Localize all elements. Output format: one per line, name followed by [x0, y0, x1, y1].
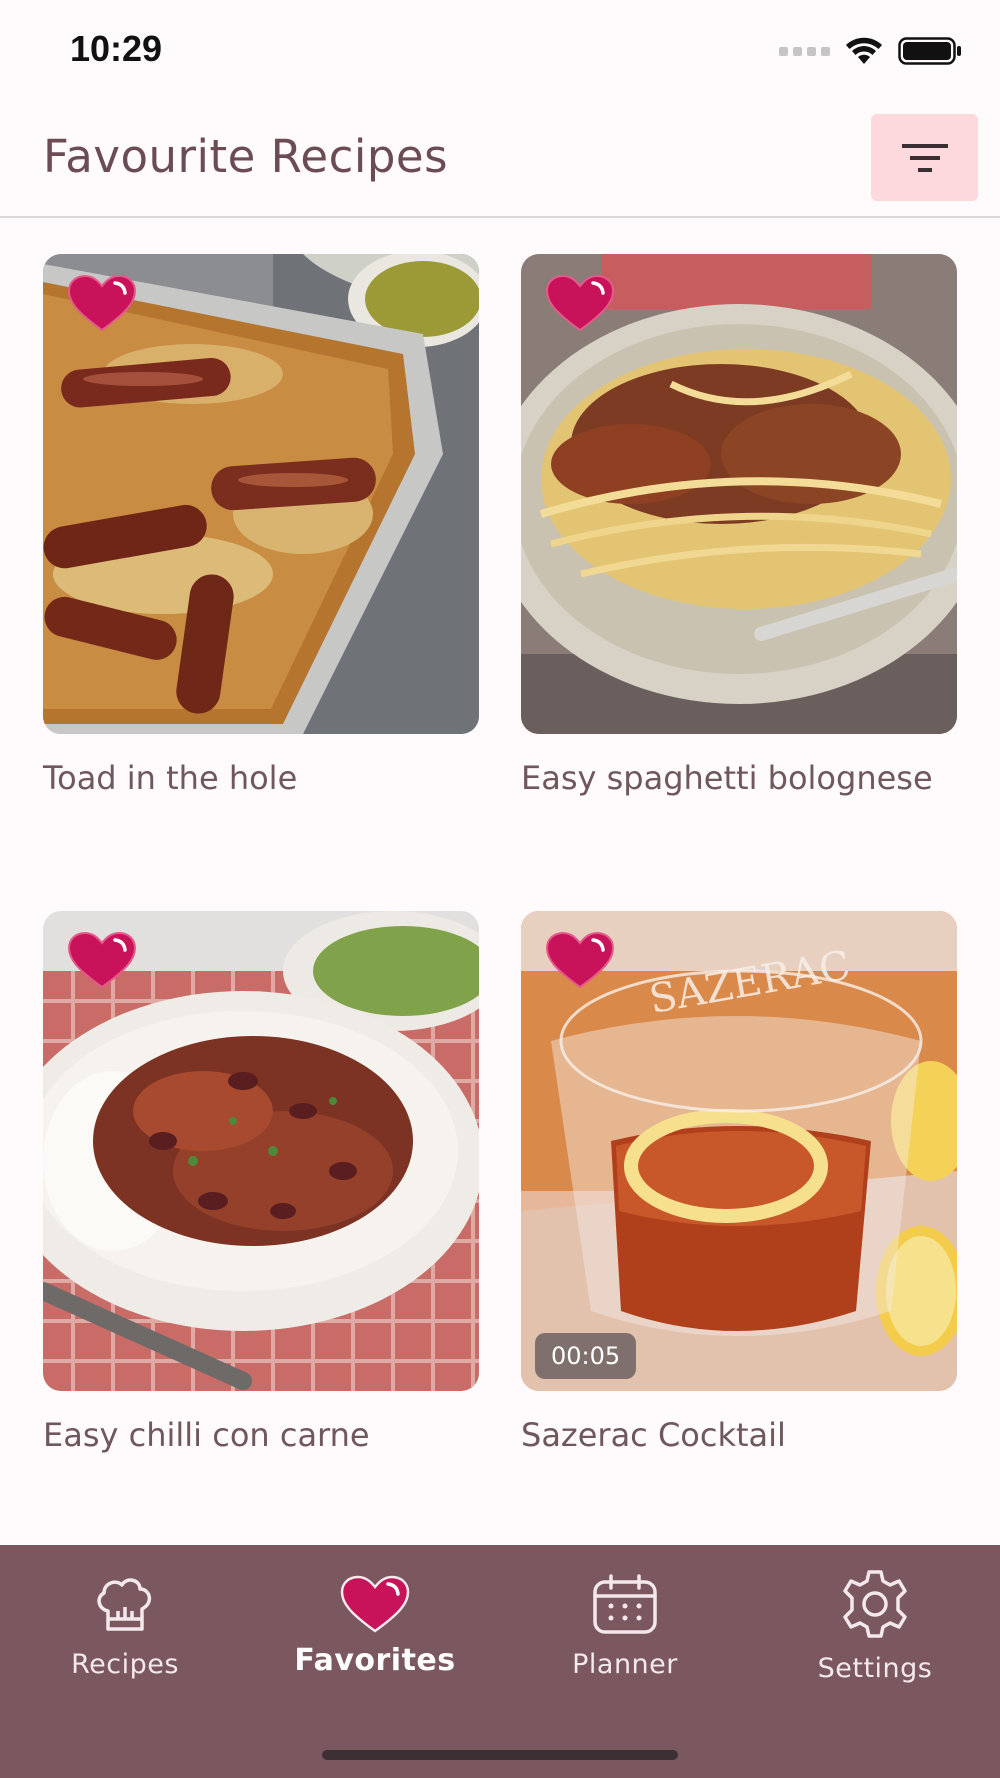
recipe-name: Toad in the hole — [43, 759, 298, 797]
status-bar: 10:29 — [0, 0, 1000, 100]
duration-badge: 00:05 — [535, 1333, 637, 1379]
calendar-icon — [525, 1569, 725, 1639]
home-indicator — [322, 1750, 678, 1760]
recipe-image — [521, 254, 957, 734]
filter-icon — [901, 143, 948, 172]
gear-icon — [775, 1569, 975, 1639]
nav-item-favorites[interactable]: Favorites — [275, 1569, 475, 1678]
filter-button[interactable] — [871, 114, 978, 201]
wifi-icon — [844, 36, 884, 66]
recipe-card[interactable]: Easy chilli con carne — [43, 911, 479, 1457]
nav-label: Recipes — [71, 1649, 179, 1680]
recipe-card[interactable]: SAZERAC 00:05 Sazerac Cocktail — [521, 911, 957, 1457]
nav-label: Planner — [572, 1649, 678, 1680]
cellular-signal-icon — [779, 46, 830, 56]
favorite-heart-icon[interactable] — [545, 931, 615, 989]
heart-icon — [275, 1569, 475, 1639]
recipe-card[interactable]: Easy spaghetti bolognese — [521, 254, 957, 800]
nav-item-planner[interactable]: Planner — [525, 1569, 725, 1680]
status-time: 10:29 — [70, 28, 163, 69]
recipe-image — [43, 254, 479, 734]
favorite-heart-icon[interactable] — [545, 274, 615, 332]
recipe-image: SAZERAC 00:05 — [521, 911, 957, 1391]
nav-item-recipes[interactable]: Recipes — [25, 1569, 225, 1680]
nav-label: Settings — [817, 1653, 933, 1684]
app-header: Favourite Recipes — [0, 100, 1000, 218]
recipe-image — [43, 911, 479, 1391]
page-title: Favourite Recipes — [43, 130, 449, 183]
battery-icon — [898, 37, 962, 65]
recipe-name: Sazerac Cocktail — [521, 1416, 786, 1454]
nav-label: Favorites — [294, 1643, 456, 1678]
chef-hat-icon — [25, 1569, 225, 1639]
recipe-card[interactable]: Toad in the hole — [43, 254, 479, 800]
favorite-heart-icon[interactable] — [67, 274, 137, 332]
status-icons — [779, 34, 962, 68]
recipe-name: Easy chilli con carne — [43, 1416, 370, 1454]
favorite-heart-icon[interactable] — [67, 931, 137, 989]
recipe-name: Easy spaghetti bolognese — [521, 759, 933, 797]
nav-item-settings[interactable]: Settings — [775, 1569, 975, 1684]
bottom-nav: Recipes Favorites Planner Settings — [0, 1545, 1000, 1778]
